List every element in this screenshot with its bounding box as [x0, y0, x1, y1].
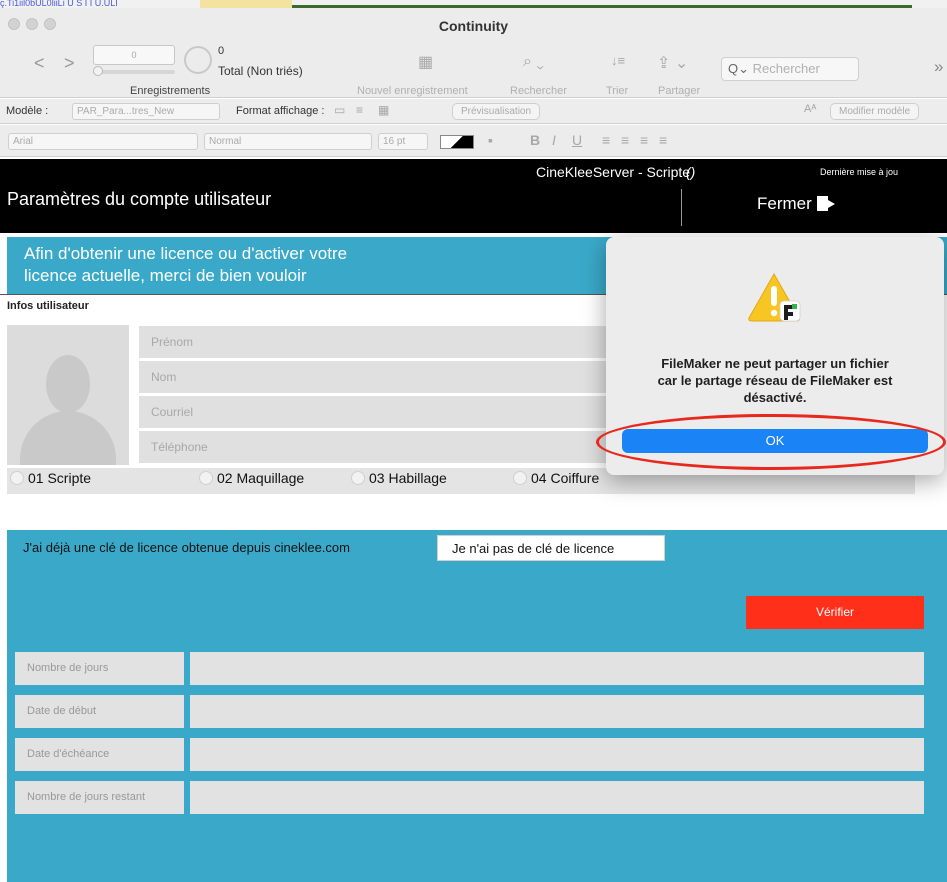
slider-knob[interactable]	[93, 66, 103, 76]
record-number-input[interactable]: 0	[93, 45, 175, 65]
header-divider	[681, 189, 682, 226]
search-icon: Q⌄	[728, 61, 753, 76]
align-center-icon[interactable]: ≡	[621, 132, 629, 148]
avatar-body-icon	[20, 411, 116, 465]
dialog-message: FileMaker ne peut partager un fichier ca…	[657, 356, 893, 405]
days-count-field[interactable]	[190, 652, 924, 685]
role-radio-scripte[interactable]: 01 Scripte	[10, 470, 91, 486]
form-view-icon[interactable]: ▭	[334, 103, 345, 117]
table-view-icon[interactable]: ▦	[378, 103, 389, 117]
radio-dot	[513, 471, 527, 485]
model-select[interactable]: PAR_Para...tres_New	[72, 103, 220, 120]
banner-line-1: Afin d'obtenir une licence ou d'activer …	[24, 244, 348, 263]
record-count: 0	[218, 45, 225, 57]
next-record-button[interactable]: >	[64, 53, 75, 74]
role-label: 04 Coiffure	[531, 470, 600, 486]
window-toolbar: Continuity < > 0 0 Total (Non triés) Enr…	[0, 8, 947, 98]
italic-button[interactable]: I	[552, 132, 556, 148]
page-title: Paramètres du compte utilisateur	[7, 189, 272, 209]
top-yellow-bar	[200, 0, 292, 8]
role-label: 02 Maquillage	[217, 470, 305, 486]
avatar-head-icon	[46, 355, 90, 413]
underline-button[interactable]: U	[572, 132, 582, 148]
sort-label[interactable]: Trier	[606, 85, 628, 97]
share-label[interactable]: Partager	[658, 85, 700, 97]
align-left-icon[interactable]: ≡	[602, 132, 610, 148]
top-strip: ç.Ti1iil0bUL0liiLi U S I I U.ULI	[0, 0, 947, 8]
exit-door-icon	[816, 196, 835, 211]
find-label[interactable]: Rechercher	[510, 85, 567, 97]
role-radio-coiffure[interactable]: 04 Coiffure	[513, 470, 599, 486]
role-radio-maquillage[interactable]: 02 Maquillage	[199, 470, 304, 486]
records-group-label: Enregistrements	[130, 85, 211, 97]
model-label: Modèle :	[6, 105, 49, 117]
toolbar-overflow-icon[interactable]: »	[934, 57, 943, 77]
role-label: 03 Habillage	[369, 470, 447, 486]
highlight-annotation-ring	[596, 414, 946, 470]
window-title: Continuity	[438, 18, 509, 34]
align-justify-icon[interactable]: ≡	[659, 132, 667, 148]
list-view-icon[interactable]: ≡	[356, 103, 363, 117]
expiry-date-field[interactable]	[190, 738, 924, 771]
bold-button[interactable]: B	[530, 132, 540, 148]
font-select[interactable]: Arial	[8, 133, 198, 150]
days-count-label: Nombre de jours	[15, 652, 184, 685]
search-input[interactable]: Q⌄ Rechercher	[721, 57, 859, 81]
radio-dot	[10, 471, 24, 485]
format-bar: Arial Normal 16 pt ▪ B I U ≡ ≡ ≡ ≡	[0, 125, 947, 157]
edit-layout-button[interactable]: Modifier modèle	[830, 103, 920, 120]
text-color-swatch[interactable]	[440, 135, 474, 149]
role-label: 01 Scripte	[28, 470, 92, 486]
close-label: Fermer	[757, 194, 812, 213]
search-placeholder: Rechercher	[752, 61, 820, 76]
size-select[interactable]: 16 pt	[378, 133, 428, 150]
sort-icon[interactable]: ↓≡	[611, 53, 625, 68]
style-select[interactable]: Normal	[204, 133, 372, 150]
tab-have-license-key[interactable]: J'ai déjà une clé de licence obtenue dep…	[14, 535, 434, 561]
banner-line-2: licence actuelle, merci de bien vouloir	[24, 266, 307, 285]
fill-color-icon[interactable]: ▪	[488, 132, 493, 148]
start-date-field[interactable]	[190, 695, 924, 728]
last-name-field[interactable]: Nom	[139, 361, 609, 393]
verify-button[interactable]: Vérifier	[746, 596, 924, 629]
first-name-field[interactable]: Prénom	[139, 326, 609, 358]
expiry-date-label: Date d'échéance	[15, 738, 184, 771]
new-record-icon[interactable]: ▦	[418, 52, 433, 72]
phone-field[interactable]: Téléphone	[139, 431, 609, 463]
app-title: CineKleeServer - Scripte	[536, 164, 691, 180]
layout-bar: Modèle : PAR_Para...tres_New Format affi…	[0, 99, 947, 124]
email-field[interactable]: Courriel	[139, 396, 609, 428]
radio-dot	[351, 471, 365, 485]
avatar[interactable]	[7, 325, 129, 465]
share-icon[interactable]: ⇪ ⌄	[657, 53, 688, 73]
preview-button[interactable]: Prévisualisation	[452, 103, 541, 120]
license-banner: Afin d'obtenir une licence ou d'activer …	[7, 237, 607, 294]
align-right-icon[interactable]: ≡	[640, 132, 648, 148]
page-header: CineKleeServer - Scripte () Dernière mis…	[0, 159, 947, 233]
radio-dot	[199, 471, 213, 485]
text-size-icon[interactable]: Aᴬ	[804, 103, 816, 115]
cursor-indicator: ()	[686, 164, 696, 180]
record-slider[interactable]	[93, 66, 175, 76]
top-link-text: ç.Ti1iil0bUL0liiLi U S I I U.ULI	[0, 0, 118, 8]
remaining-days-field[interactable]	[190, 781, 924, 814]
records-pie-chart-icon	[184, 46, 212, 74]
last-update-label: Dernière mise à jou	[820, 167, 899, 177]
remaining-days-label: Nombre de jours restant	[15, 781, 184, 814]
close-page-button[interactable]: Fermer	[757, 194, 835, 214]
record-total-label: Total (Non triés)	[218, 64, 303, 78]
tab-no-license-key[interactable]: Je n'ai pas de clé de licence	[437, 535, 665, 561]
warning-filemaker-icon	[748, 272, 801, 322]
find-icon[interactable]: ⌕ ⌄	[523, 53, 544, 71]
user-info-title: Infos utilisateur	[7, 300, 89, 312]
role-radio-habillage[interactable]: 03 Habillage	[351, 470, 447, 486]
view-format-label: Format affichage :	[236, 105, 325, 117]
new-record-label[interactable]: Nouvel enregistrement	[357, 85, 468, 97]
start-date-label: Date de début	[15, 695, 184, 728]
previous-record-button[interactable]: <	[34, 53, 45, 74]
